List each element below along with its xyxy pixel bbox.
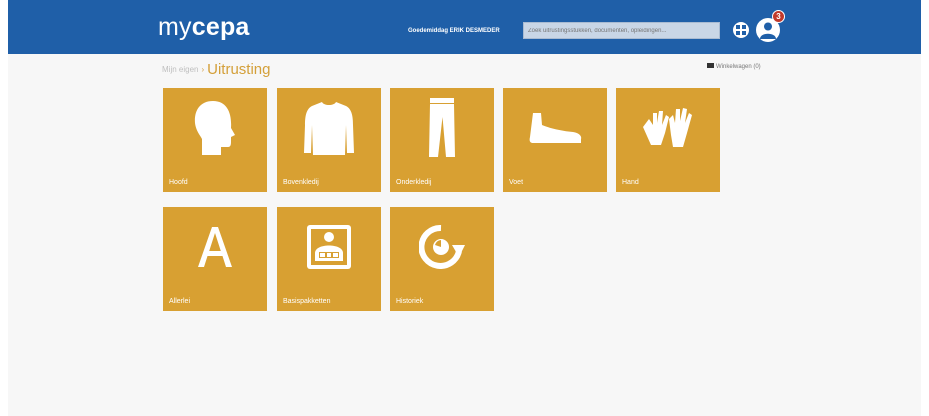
tile-label: Allerlei <box>169 298 191 305</box>
tile-label: Bovenkledij <box>283 179 319 186</box>
tile-label: Basispakketten <box>283 298 331 305</box>
tile-bovenkledij[interactable]: Bovenkledij <box>277 88 381 192</box>
tile-label: Voet <box>509 179 524 186</box>
breadcrumb: Mijn eigen › Uitrusting <box>162 61 271 78</box>
notification-badge: 3 <box>772 10 785 23</box>
tile-label: Historiek <box>396 298 424 305</box>
top-navigation-bar <box>8 0 921 54</box>
user-greeting: Goedemiddag ERIK DESMEDER <box>408 28 500 34</box>
page-title: Uitrusting <box>207 61 271 78</box>
tile-hoofd[interactable]: Hoofd <box>163 88 267 192</box>
letter-a-icon <box>163 207 267 287</box>
breadcrumb-home-link[interactable]: Mijn eigen <box>162 65 198 74</box>
gloves-icon <box>616 88 720 168</box>
mycepa-logo[interactable]: mycepa <box>158 13 250 42</box>
cart-label: Winkelwagen (0) <box>716 64 761 70</box>
history-icon <box>390 207 494 287</box>
package-icon <box>277 207 381 287</box>
breadcrumb-separator: › <box>201 65 205 74</box>
cart-icon <box>707 63 714 68</box>
tile-label: Hoofd <box>169 179 188 186</box>
tile-label: Hand <box>622 179 639 186</box>
tile-allerlei[interactable]: Allerlei <box>163 207 267 311</box>
cart-link[interactable]: Winkelwagen (0) <box>707 63 761 70</box>
trousers-icon <box>390 88 494 168</box>
tile-hand[interactable]: Hand <box>616 88 720 192</box>
tile-historiek[interactable]: Historiek <box>390 207 494 311</box>
apps-menu-button[interactable] <box>731 20 751 40</box>
tile-label: Onderkledij <box>396 179 432 186</box>
shirt-icon <box>277 88 381 168</box>
user-icon <box>760 22 776 39</box>
search-input[interactable] <box>523 22 720 39</box>
foot-icon <box>503 88 607 168</box>
tile-voet[interactable]: Voet <box>503 88 607 192</box>
tile-onderkledij[interactable]: Onderkledij <box>390 88 494 192</box>
apps-grid-icon <box>736 25 746 35</box>
tile-basispakketten[interactable]: Basispakketten <box>277 207 381 311</box>
head-icon <box>163 88 267 168</box>
